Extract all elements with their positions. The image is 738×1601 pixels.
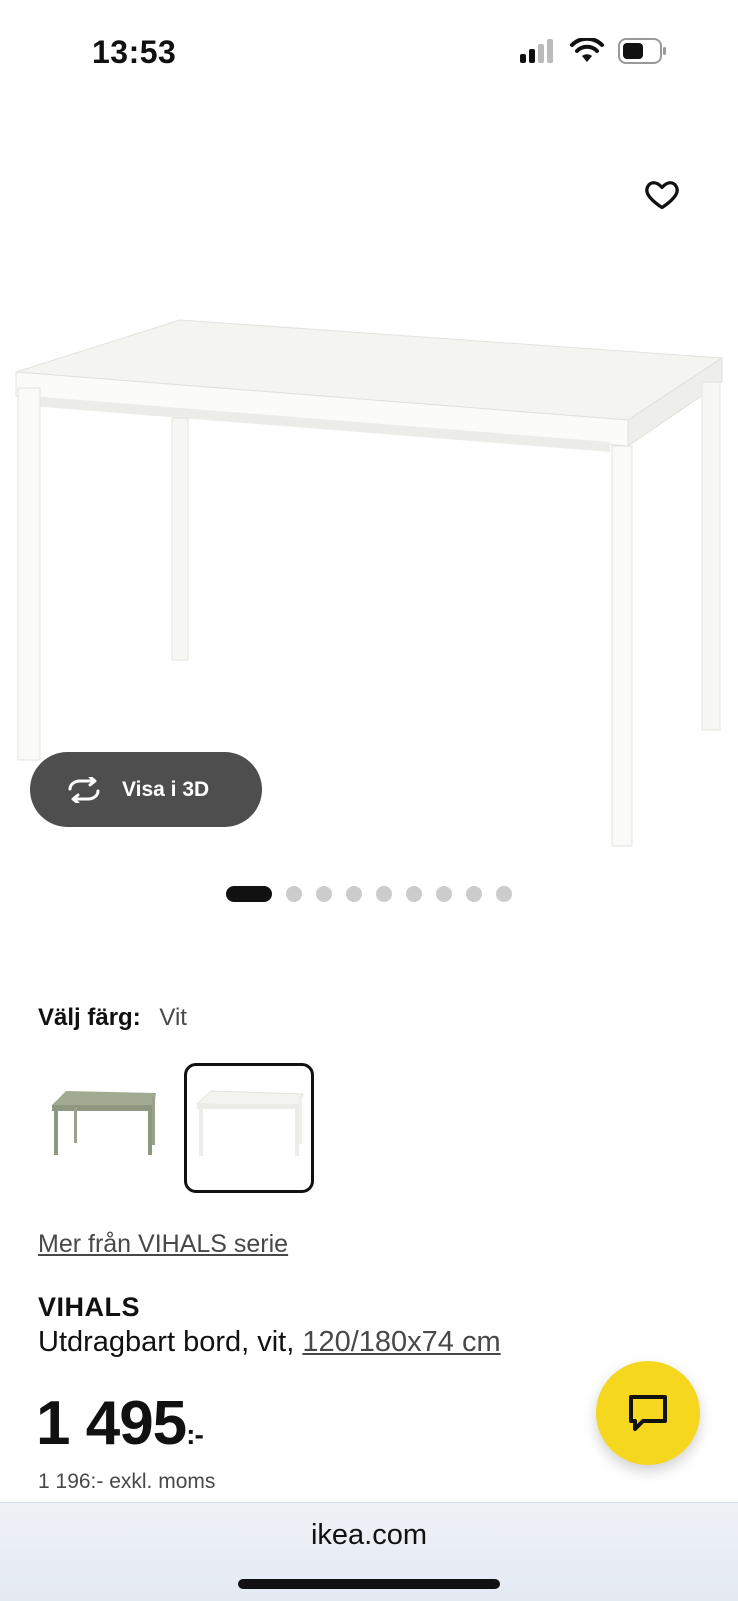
carousel-dot[interactable] — [286, 886, 302, 902]
carousel-dot[interactable] — [376, 886, 392, 902]
product-name: VIHALS — [38, 1292, 141, 1322]
carousel-dot[interactable] — [346, 886, 362, 902]
status-bar: 13:53 — [0, 0, 738, 110]
url-text[interactable]: ikea.com — [0, 1519, 738, 1552]
battery-icon — [618, 38, 666, 64]
chat-icon — [629, 1395, 667, 1431]
white-table-thumbnail — [195, 1090, 304, 1156]
signal-icon — [520, 39, 553, 63]
product-type: Utdragbart bord, vit, — [38, 1326, 303, 1358]
view-in-3d-button[interactable]: Visa i 3D — [30, 752, 262, 827]
product-price: 1 495:- — [36, 1388, 204, 1459]
carousel-dot[interactable] — [496, 886, 512, 902]
heart-icon[interactable] — [644, 176, 680, 212]
white-table-swatch[interactable] — [184, 1063, 314, 1193]
carousel-dot-active[interactable] — [226, 886, 272, 902]
carousel-dot[interactable] — [466, 886, 482, 902]
color-label: Välj färg: — [38, 1004, 141, 1031]
color-selector-label: Välj färg: Vit — [38, 1004, 187, 1032]
product-description: Utdragbart bord, vit, 120/180x74 cm — [38, 1326, 501, 1359]
carousel-dot[interactable] — [436, 886, 452, 902]
green-table-thumbnail — [52, 1091, 156, 1155]
price-value: 1 495 — [36, 1389, 187, 1458]
status-time: 13:53 — [92, 34, 177, 70]
view-in-3d-label: Visa i 3D — [122, 777, 210, 801]
carousel-indicator[interactable] — [226, 886, 512, 902]
status-icons — [520, 38, 668, 64]
product-dimensions-link[interactable]: 120/180x74 cm — [302, 1326, 500, 1358]
carousel-dot[interactable] — [406, 886, 422, 902]
wifi-icon — [570, 38, 604, 62]
green-table-swatch[interactable] — [38, 1063, 168, 1193]
product-image-carousel[interactable] — [0, 110, 738, 847]
price-excl-vat: 1 196:- exkl. moms — [38, 1470, 216, 1493]
browser-address-bar[interactable]: ikea.com — [0, 1502, 738, 1601]
price-suffix: :- — [186, 1419, 204, 1450]
home-indicator[interactable] — [238, 1579, 500, 1589]
rotate-icon — [68, 776, 100, 803]
carousel-dot[interactable] — [316, 886, 332, 902]
selected-color: Vit — [159, 1004, 187, 1031]
series-link[interactable]: Mer från VIHALS serie — [38, 1230, 288, 1259]
chat-button[interactable] — [596, 1361, 700, 1465]
